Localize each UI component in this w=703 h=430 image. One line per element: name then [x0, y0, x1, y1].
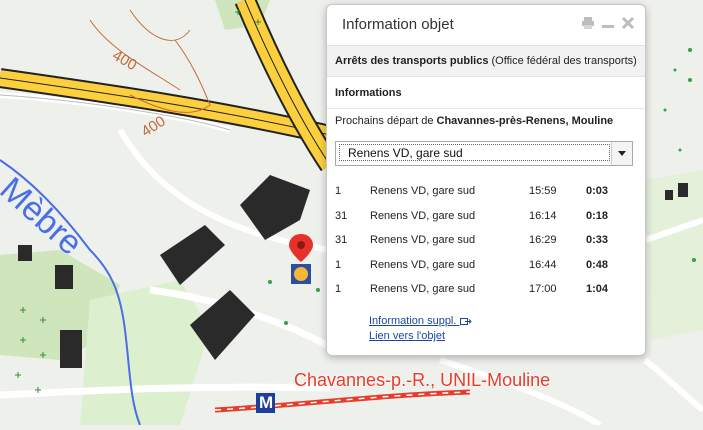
- departure-row: 31 Renens VD, gare sud 16:14 0:18: [335, 206, 635, 231]
- departure-row: 1 Renens VD, gare sud 15:59 0:03: [335, 181, 635, 206]
- building: [18, 245, 32, 261]
- more-info-link[interactable]: Information suppl.: [369, 315, 472, 330]
- minimize-icon[interactable]: [601, 16, 615, 30]
- station-label[interactable]: Chavannes-p.-R., UNIL-Mouline: [294, 370, 550, 391]
- building: [665, 190, 673, 200]
- line-number: 31: [335, 234, 348, 246]
- close-icon[interactable]: [621, 16, 635, 30]
- more-info-link-label: Information suppl.: [369, 315, 457, 327]
- metro-symbol: M: [259, 393, 274, 412]
- layer-name: Arrêts des transports publics: [335, 55, 489, 67]
- time-remaining: 0:48: [586, 258, 609, 271]
- destination-select-value: Renens VD, gare sud: [339, 144, 610, 161]
- departure-time: 16:44: [529, 258, 557, 271]
- time-remaining: 1:04: [586, 283, 609, 295]
- info-panel: Information objet Arrêts des transports …: [326, 4, 646, 356]
- departure-row: 31 Renens VD, gare sud 16:29 0:33: [335, 230, 635, 255]
- external-link-icon: [459, 317, 472, 325]
- line-number: 1: [335, 258, 342, 271]
- chevron-down-icon[interactable]: [611, 142, 632, 165]
- line-number: 31: [335, 209, 348, 222]
- departure-time: 16:29: [529, 234, 557, 246]
- building: [678, 183, 688, 197]
- time-remaining: 0:33: [586, 234, 609, 246]
- destination: Renens VD, gare sud: [370, 185, 476, 197]
- building: [60, 330, 82, 368]
- destination: Renens VD, gare sud: [370, 258, 476, 271]
- object-link[interactable]: Lien vers l'objet: [369, 330, 472, 345]
- next-prefix: Prochains départ de: [335, 115, 434, 127]
- stop-name: Chavannes-près-Renens, Mouline: [436, 115, 614, 127]
- layer-source: (Office fédéral des transports): [491, 55, 637, 67]
- departure-time: 15:59: [529, 185, 557, 197]
- departure-time: 16:14: [529, 209, 557, 222]
- departures-table: 1 Renens VD, gare sud 15:59 0:03 31 Rene…: [335, 181, 635, 304]
- time-remaining: 0:03: [586, 185, 609, 197]
- next-departures-line: Prochains départ de Chavannes-près-Renen…: [335, 115, 613, 127]
- destination: Renens VD, gare sud: [370, 209, 476, 222]
- printer-icon[interactable]: [581, 16, 595, 30]
- departure-row: 1 Renens VD, gare sud 16:44 0:48: [335, 255, 635, 280]
- departure-row: 1 Renens VD, gare sud 17:00 1:04: [335, 279, 635, 304]
- departure-time: 17:00: [529, 283, 557, 295]
- building: [55, 265, 73, 289]
- layer-header: Arrêts des transports publics (Office fé…: [327, 45, 645, 77]
- destination: Renens VD, gare sud: [370, 283, 476, 295]
- section-title: Informations: [327, 77, 645, 109]
- forest-area-right: [645, 170, 703, 340]
- destination: Renens VD, gare sud: [370, 234, 476, 246]
- destination-select[interactable]: Renens VD, gare sud: [335, 141, 633, 166]
- line-number: 1: [335, 185, 342, 197]
- line-number: 1: [335, 283, 342, 295]
- time-remaining: 0:18: [586, 209, 609, 222]
